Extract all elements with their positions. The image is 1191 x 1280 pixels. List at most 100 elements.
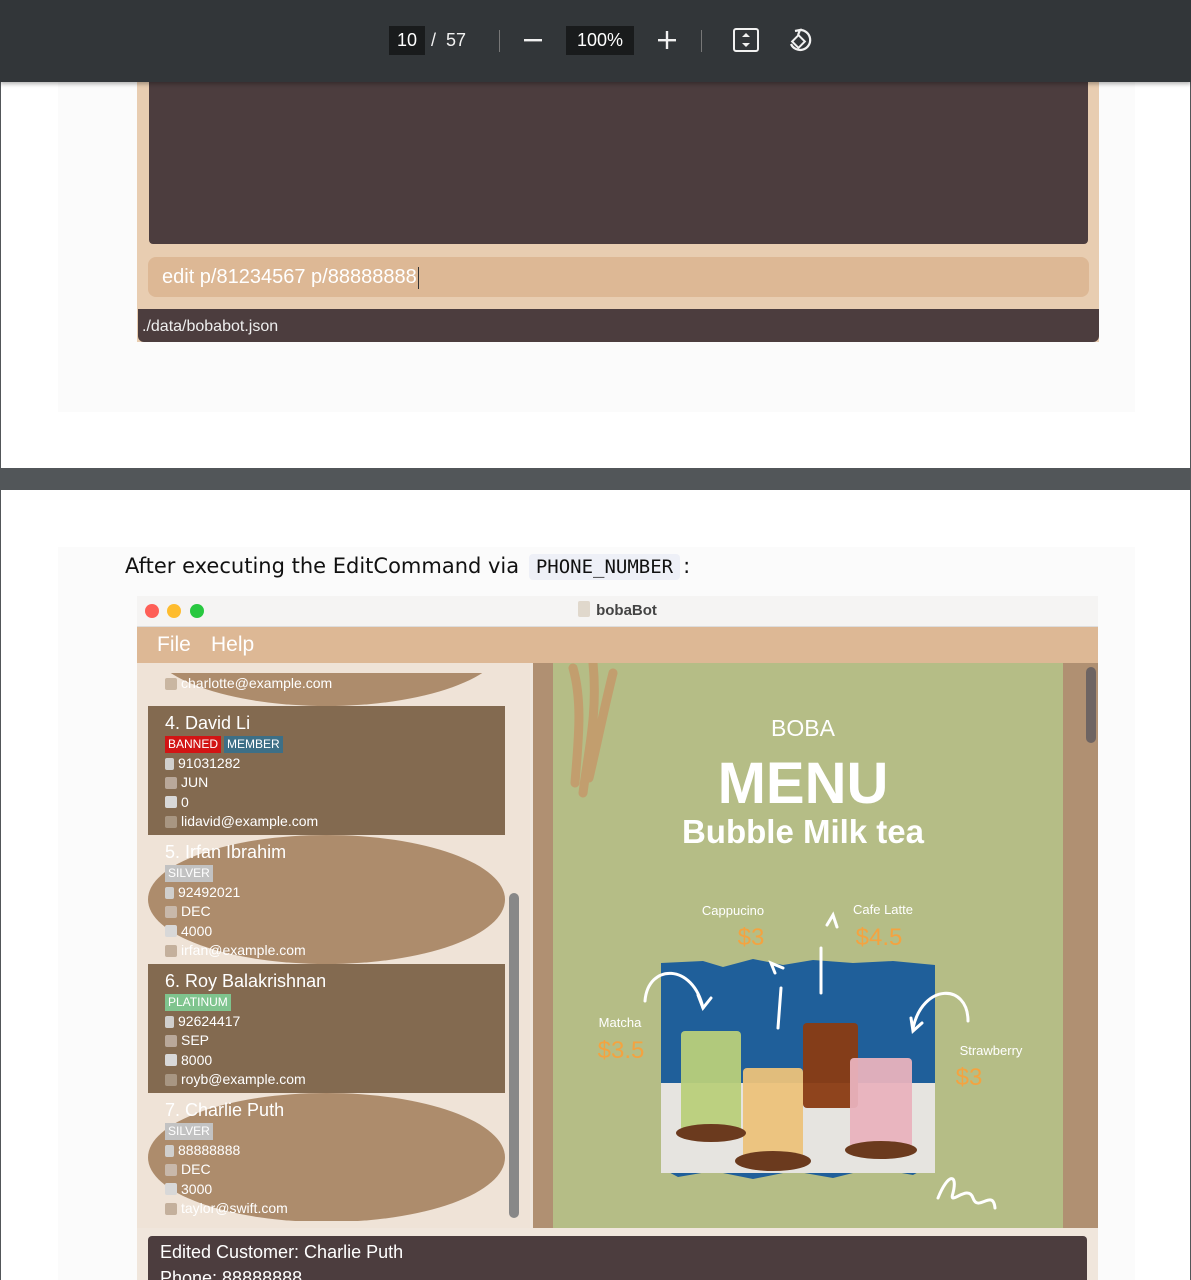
points-text: 8000 bbox=[181, 1051, 213, 1068]
result-line: Edited Customer: Charlie Puth bbox=[160, 1242, 404, 1262]
email-icon bbox=[165, 1073, 177, 1086]
month-text: DEC bbox=[181, 1161, 211, 1178]
month-row: JUN bbox=[165, 773, 505, 792]
customer-name: 7. Charlie Puth bbox=[165, 1099, 505, 1121]
email-icon bbox=[165, 677, 177, 690]
bobabot-app-screenshot: bobaBot File Help charlotte@example.com … bbox=[137, 596, 1098, 1280]
list-item: 5. Irfan Ibrahim SILVER 92492021 DEC 400… bbox=[148, 835, 505, 964]
pdf-toolbar: 10 / 57 100% bbox=[0, 0, 1191, 82]
command-text: edit p/81234567 p/88888888 bbox=[162, 266, 417, 288]
window-titlebar: bobaBot bbox=[137, 596, 1098, 627]
menu-item-price: $4.5 bbox=[856, 924, 903, 951]
tag-badge: BANNED bbox=[165, 736, 222, 753]
birthday-icon bbox=[165, 1034, 177, 1047]
customer-name-text: Charlie Puth bbox=[185, 1100, 285, 1120]
poster-heading-big: MENU bbox=[718, 751, 889, 816]
tag-badge: PLATINUM bbox=[165, 994, 231, 1011]
menu-help: Help bbox=[211, 633, 255, 656]
email-row: charlotte@example.com bbox=[165, 674, 505, 693]
app-menubar: File Help bbox=[137, 627, 1098, 663]
customer-index: 4. bbox=[165, 713, 181, 733]
tag-row: BANNED MEMBER bbox=[165, 735, 505, 754]
toolbar-divider bbox=[499, 30, 500, 52]
month-text: DEC bbox=[181, 903, 211, 920]
zoom-out-button[interactable] bbox=[517, 24, 549, 56]
email-text: irfan@example.com bbox=[181, 941, 306, 958]
phone-icon bbox=[165, 1144, 174, 1157]
command-box: edit p/81234567 p/88888888 bbox=[148, 257, 1089, 297]
menu-item-name: Cappucino bbox=[702, 903, 764, 918]
poster-subheading: Bubble Milk tea bbox=[682, 813, 925, 850]
zoom-in-button[interactable] bbox=[651, 24, 683, 56]
fit-page-icon bbox=[733, 28, 759, 52]
menu-image-panel: BOBA MENU Bubble Milk tea Cappucino Cafe… bbox=[533, 663, 1098, 1228]
points-text: 0 bbox=[181, 793, 189, 810]
tag-row: SILVER bbox=[165, 864, 505, 883]
month-row: DEC bbox=[165, 902, 505, 921]
email-row: taylor@swift.com bbox=[165, 1199, 505, 1218]
email-text: royb@example.com bbox=[181, 1070, 306, 1087]
email-text: charlotte@example.com bbox=[181, 675, 333, 691]
gift-icon bbox=[165, 1054, 177, 1067]
gift-icon bbox=[165, 925, 177, 938]
month-row: SEP bbox=[165, 1031, 505, 1050]
customer-name-text: Irfan Ibrahim bbox=[185, 842, 287, 862]
tag-badge: SILVER bbox=[165, 1123, 213, 1140]
month-text: SEP bbox=[181, 1032, 210, 1049]
menu-item-name: Matcha bbox=[599, 1015, 642, 1030]
plus-icon bbox=[658, 31, 676, 49]
image-scrollbar-thumb bbox=[1086, 667, 1096, 743]
image-scrollbar-track bbox=[1078, 663, 1098, 1228]
result-display: Edited Customer: Charlie Puth Phone: 888… bbox=[148, 1236, 1087, 1280]
tag-row: PLATINUM bbox=[165, 993, 505, 1012]
email-icon bbox=[165, 1202, 177, 1215]
fit-to-page-button[interactable] bbox=[730, 24, 762, 56]
menu-item-name: Cafe Latte bbox=[853, 902, 913, 917]
phone-row: 88888888 bbox=[165, 1141, 505, 1160]
paragraph-after: : bbox=[683, 554, 691, 578]
points-row: 0 bbox=[165, 793, 505, 812]
zoom-level-input[interactable]: 100% bbox=[566, 26, 634, 55]
poster-heading-small: BOBA bbox=[771, 715, 836, 741]
customer-name: 4. David Li bbox=[165, 712, 505, 734]
phone-icon bbox=[165, 1015, 174, 1028]
phone-row: 92492021 bbox=[165, 883, 505, 902]
customer-index: 7. bbox=[165, 1100, 181, 1120]
page-number-input[interactable]: 10 bbox=[389, 26, 425, 55]
list-item: 7. Charlie Puth SILVER 88888888 DEC 3000… bbox=[148, 1093, 505, 1221]
phone-text: 92492021 bbox=[178, 884, 241, 900]
month-text: JUN bbox=[181, 774, 209, 791]
pdf-viewer: 10 / 57 100% edit p/81234567 p/88888888 … bbox=[0, 0, 1191, 1280]
menu-poster-graphic: BOBA MENU Bubble Milk tea Cappucino Cafe… bbox=[568, 663, 1023, 1210]
points-row: 3000 bbox=[165, 1180, 505, 1199]
menu-item-name: Strawberry bbox=[960, 1043, 1023, 1058]
rotate-icon bbox=[789, 28, 812, 52]
points-text: 3000 bbox=[181, 1180, 213, 1197]
month-row: DEC bbox=[165, 1160, 505, 1179]
menu-poster: BOBA MENU Bubble Milk tea Cappucino Cafe… bbox=[553, 663, 1063, 1228]
paragraph-text: After executing the EditCommand via PHON… bbox=[125, 551, 690, 582]
points-row: 4000 bbox=[165, 922, 505, 941]
tag-badge: MEMBER bbox=[224, 736, 283, 753]
phone-row: 92624417 bbox=[165, 1012, 505, 1031]
page-separator: / bbox=[431, 30, 437, 50]
email-row: irfan@example.com bbox=[165, 941, 505, 960]
status-bar: ./data/bobabot.json bbox=[138, 309, 1099, 342]
text-caret bbox=[417, 266, 419, 289]
points-text: 4000 bbox=[181, 922, 213, 939]
customer-index: 5. bbox=[165, 842, 181, 862]
total-pages: 57 bbox=[446, 30, 467, 50]
result-line: Phone: 88888888 bbox=[160, 1268, 303, 1280]
points-row: 8000 bbox=[165, 1051, 505, 1070]
inline-code: PHONE_NUMBER bbox=[528, 554, 681, 580]
email-icon bbox=[165, 815, 177, 828]
customer-list-panel: charlotte@example.com 4. David Li BANNED… bbox=[137, 663, 530, 1228]
phone-text: 91031282 bbox=[178, 755, 241, 771]
rotate-button[interactable] bbox=[784, 24, 816, 56]
email-icon bbox=[165, 944, 177, 957]
birthday-icon bbox=[165, 905, 177, 918]
customer-name-text: Roy Balakrishnan bbox=[185, 971, 327, 991]
list-item: 6. Roy Balakrishnan PLATINUM 92624417 SE… bbox=[148, 964, 505, 1093]
email-text: taylor@swift.com bbox=[181, 1199, 288, 1216]
birthday-icon bbox=[165, 1163, 177, 1176]
